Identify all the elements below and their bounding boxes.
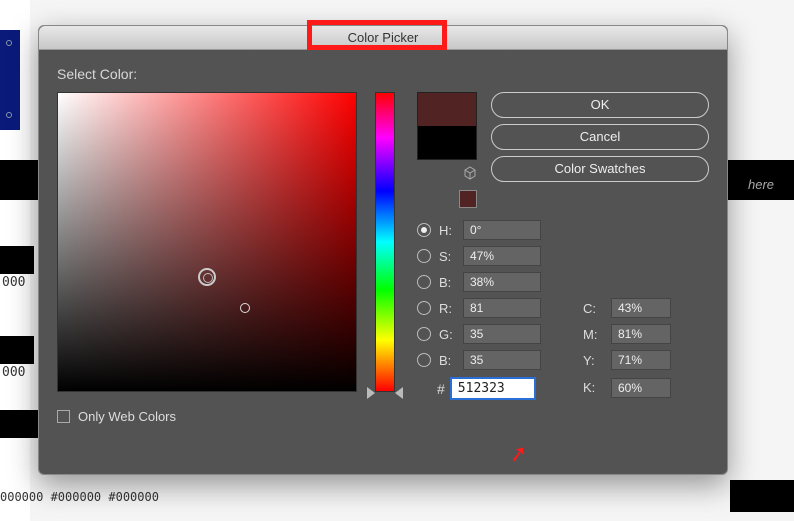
- s-radio[interactable]: [417, 249, 431, 263]
- ok-button[interactable]: OK: [491, 92, 709, 118]
- hue-indicator-left-icon: [367, 387, 375, 399]
- only-web-colors-label: Only Web Colors: [78, 409, 176, 424]
- hint-text: here: [748, 177, 774, 192]
- dialog-titlebar[interactable]: Color Picker: [39, 26, 727, 50]
- anchor-dot-icon: [6, 112, 12, 118]
- h-value-field[interactable]: 0°: [463, 220, 541, 240]
- hsb-b-radio[interactable]: [417, 275, 431, 289]
- anchor-dot-icon: [6, 40, 12, 46]
- m-label: M:: [583, 327, 605, 342]
- color-picker-dialog: Color Picker Select Color:: [38, 25, 728, 475]
- hue-slider[interactable]: [375, 92, 395, 392]
- nearest-web-swatch[interactable]: [459, 190, 477, 208]
- hex-label: #: [437, 381, 445, 397]
- g-label: G:: [439, 327, 457, 342]
- g-radio[interactable]: [417, 327, 431, 341]
- hex-input[interactable]: [451, 378, 535, 399]
- hsb-b-label: B:: [439, 275, 457, 290]
- cube-icon[interactable]: [463, 166, 477, 180]
- rgb-b-value-field[interactable]: 35: [463, 350, 541, 370]
- m-value-field[interactable]: 81%: [611, 324, 671, 344]
- s-value-field[interactable]: 47%: [463, 246, 541, 266]
- c-value-field[interactable]: 43%: [611, 298, 671, 318]
- k-value-field[interactable]: 60%: [611, 378, 671, 398]
- color-preview-swatch: [417, 92, 477, 160]
- s-label: S:: [439, 249, 457, 264]
- background-strip: [0, 410, 40, 438]
- color-field[interactable]: [57, 92, 357, 392]
- r-radio[interactable]: [417, 301, 431, 315]
- cell-text: 000: [2, 275, 25, 290]
- color-swatches-button[interactable]: Color Swatches: [491, 156, 709, 182]
- h-radio[interactable]: [417, 223, 431, 237]
- annotation-arrow-icon: ➚: [507, 440, 530, 469]
- color-picker-ring-icon: [198, 268, 216, 286]
- r-label: R:: [439, 301, 457, 316]
- c-label: C:: [583, 301, 605, 316]
- y-value-field[interactable]: 71%: [611, 350, 671, 370]
- hsb-b-value-field[interactable]: 38%: [463, 272, 541, 292]
- g-value-field[interactable]: 35: [463, 324, 541, 344]
- background-strip: [0, 246, 34, 274]
- select-color-label: Select Color:: [57, 66, 709, 82]
- r-value-field[interactable]: 81: [463, 298, 541, 318]
- rgb-b-radio[interactable]: [417, 353, 431, 367]
- hue-indicator-right-icon: [395, 387, 403, 399]
- h-label: H:: [439, 223, 457, 238]
- cell-text: 000: [2, 365, 25, 380]
- y-label: Y:: [583, 353, 605, 368]
- color-picker-cursor-icon: [240, 303, 250, 313]
- background-strip: [730, 480, 794, 512]
- cell-text: 000000 #000000 #000000: [0, 490, 159, 504]
- current-color-swatch[interactable]: [418, 126, 476, 159]
- background-strip: [0, 336, 34, 364]
- rgb-b-label: B:: [439, 353, 457, 368]
- annotation-box: [307, 20, 447, 50]
- new-color-swatch: [418, 93, 476, 126]
- only-web-colors-checkbox[interactable]: [57, 410, 70, 423]
- cancel-button[interactable]: Cancel: [491, 124, 709, 150]
- k-label: K:: [583, 380, 605, 395]
